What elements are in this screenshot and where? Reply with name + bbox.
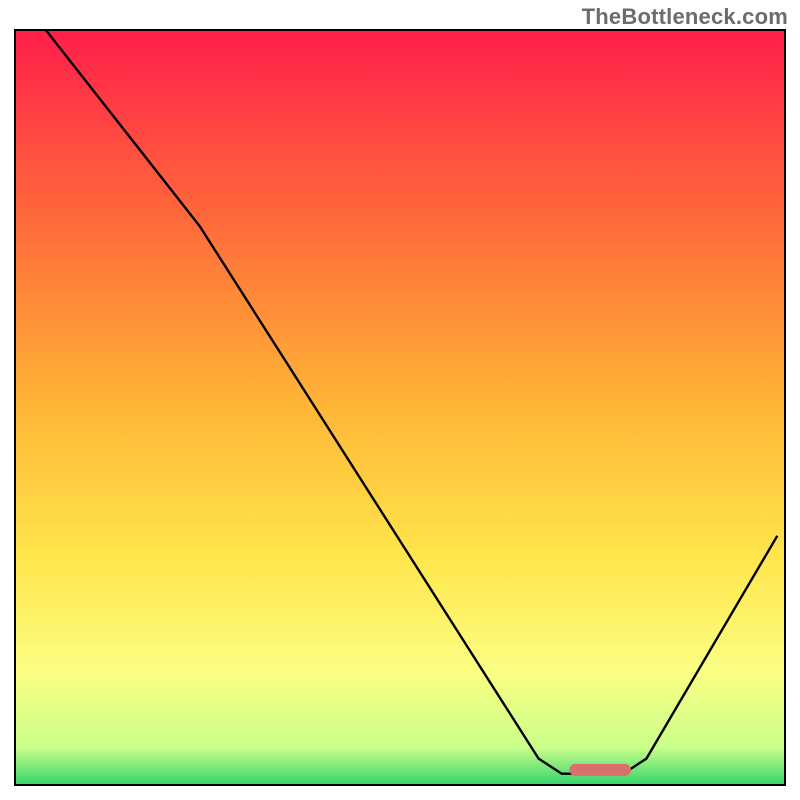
optimal-marker <box>569 764 631 776</box>
bottleneck-chart <box>0 0 800 800</box>
gradient-background <box>15 30 785 785</box>
chart-container: TheBottleneck.com <box>0 0 800 800</box>
